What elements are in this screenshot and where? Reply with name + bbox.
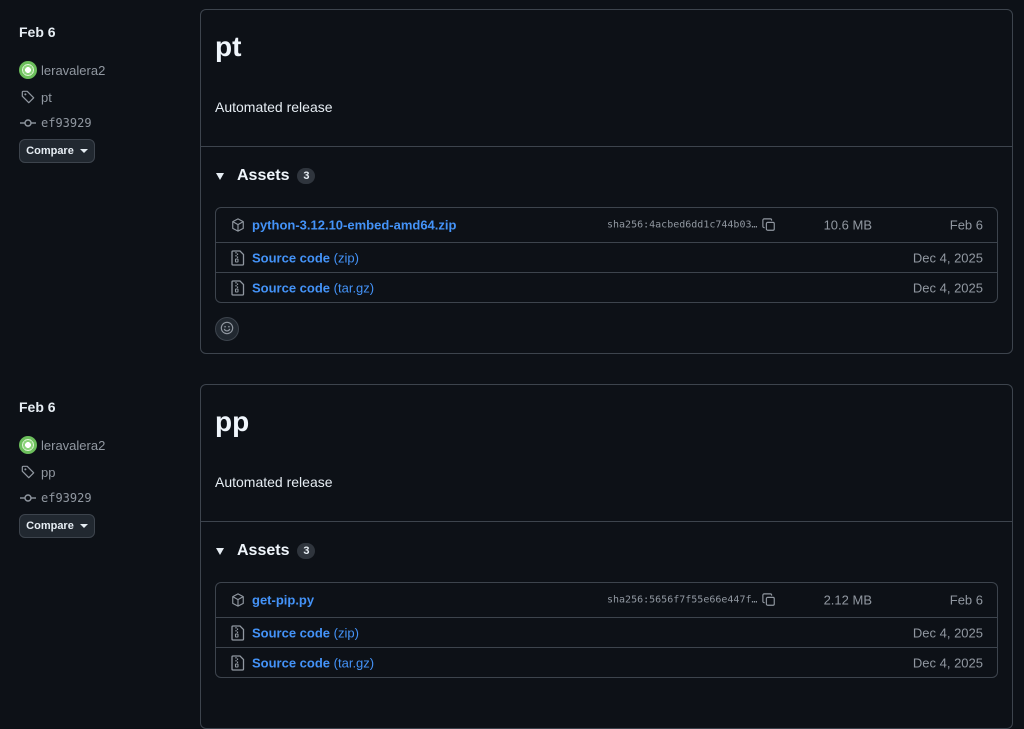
git-commit-icon: [19, 114, 37, 132]
assets-toggle[interactable]: Assets 3: [215, 165, 316, 187]
asset-row: Source code (zip) Dec 4, 2025: [216, 617, 997, 647]
compare-label: Compare: [26, 145, 74, 157]
source-code-format: (zip): [333, 625, 359, 640]
tag-icon: [19, 88, 37, 106]
assets-label: Assets: [237, 542, 290, 559]
asset-date: Dec 4, 2025: [912, 250, 983, 265]
asset-size: 2.12 MB: [823, 592, 872, 608]
release-description: Automated release: [215, 99, 333, 115]
smiley-icon: [220, 321, 234, 338]
release-card: pp Automated release Assets 3 get-pip.py…: [200, 384, 1013, 729]
chevron-down-icon: [79, 524, 88, 528]
commit-sha: ef93929: [41, 491, 92, 505]
source-code-zip-link[interactable]: Source code (zip): [252, 625, 359, 640]
compare-label: Compare: [26, 520, 74, 532]
source-code-label: Source code: [252, 250, 331, 265]
compare-button[interactable]: Compare: [19, 514, 95, 538]
author-name: leravalera2: [41, 62, 106, 78]
tag-name: pt: [41, 89, 52, 105]
source-code-format: (tar.gz): [333, 280, 375, 295]
file-zip-icon: [230, 249, 246, 266]
source-code-format: (tar.gz): [333, 655, 375, 670]
source-code-format: (zip): [333, 250, 359, 265]
asset-row: Source code (tar.gz) Dec 4, 2025: [216, 647, 997, 677]
package-icon: [230, 592, 246, 608]
asset-date: Dec 4, 2025: [912, 625, 983, 640]
source-code-label: Source code: [252, 625, 331, 640]
release-card: pt Automated release Assets 3 python-3.1…: [200, 9, 1013, 354]
asset-date: Dec 4, 2025: [912, 655, 983, 670]
source-code-targz-link[interactable]: Source code (tar.gz): [252, 655, 374, 670]
release-title[interactable]: pt: [215, 31, 241, 63]
release-description: Automated release: [215, 474, 333, 490]
assets-list: python-3.12.10-embed-amd64.zip sha256:4a…: [215, 207, 998, 303]
asset-link[interactable]: python-3.12.10-embed-amd64.zip: [252, 218, 456, 233]
release-date: Feb 6: [19, 24, 56, 40]
assets-count-badge: 3: [297, 168, 316, 184]
source-code-targz-link[interactable]: Source code (tar.gz): [252, 280, 374, 295]
author-row[interactable]: leravalera2: [19, 61, 105, 79]
asset-link[interactable]: get-pip.py: [252, 593, 314, 608]
assets-count-badge: 3: [297, 543, 316, 559]
tag-name: pp: [41, 464, 56, 480]
assets-list: get-pip.py sha256:5656f7f55e66e447f… 2.1…: [215, 582, 998, 678]
divider: [201, 146, 1012, 147]
source-code-zip-link[interactable]: Source code (zip): [252, 250, 359, 265]
triangle-down-icon: [216, 547, 224, 555]
asset-date: Dec 4, 2025: [912, 280, 983, 295]
asset-sha: sha256:5656f7f55e66e447f…: [607, 594, 757, 606]
assets-toggle[interactable]: Assets 3: [215, 540, 316, 562]
copy-icon[interactable]: [761, 592, 777, 608]
avatar: [19, 436, 37, 454]
avatar: [19, 61, 37, 79]
tag-row[interactable]: pt: [19, 88, 52, 106]
file-zip-icon: [230, 279, 246, 296]
asset-row: python-3.12.10-embed-amd64.zip sha256:4a…: [216, 208, 997, 242]
release-title[interactable]: pp: [215, 406, 249, 438]
package-icon: [230, 217, 246, 233]
commit-row[interactable]: ef93929: [19, 114, 92, 132]
triangle-down-icon: [216, 172, 224, 180]
chevron-down-icon: [79, 149, 88, 153]
assets-label: Assets: [237, 167, 290, 184]
commit-sha: ef93929: [41, 116, 92, 130]
source-code-label: Source code: [252, 655, 331, 670]
asset-sha: sha256:4acbed6dd1c744b03…: [607, 219, 757, 231]
divider: [201, 521, 1012, 522]
asset-row: get-pip.py sha256:5656f7f55e66e447f… 2.1…: [216, 583, 997, 617]
compare-button[interactable]: Compare: [19, 139, 95, 163]
asset-date: Feb 6: [949, 217, 983, 233]
add-reaction-button[interactable]: [215, 317, 239, 341]
asset-size: 10.6 MB: [823, 217, 872, 233]
asset-row: Source code (tar.gz) Dec 4, 2025: [216, 272, 997, 302]
copy-icon[interactable]: [761, 217, 777, 233]
author-name: leravalera2: [41, 437, 106, 453]
asset-row: Source code (zip) Dec 4, 2025: [216, 242, 997, 272]
asset-date: Feb 6: [949, 592, 983, 608]
git-commit-icon: [19, 489, 37, 507]
file-zip-icon: [230, 654, 246, 671]
tag-icon: [19, 463, 37, 481]
tag-row[interactable]: pp: [19, 463, 55, 481]
source-code-label: Source code: [252, 280, 331, 295]
file-zip-icon: [230, 624, 246, 641]
author-row[interactable]: leravalera2: [19, 436, 105, 454]
commit-row[interactable]: ef93929: [19, 489, 92, 507]
release-date: Feb 6: [19, 399, 56, 415]
